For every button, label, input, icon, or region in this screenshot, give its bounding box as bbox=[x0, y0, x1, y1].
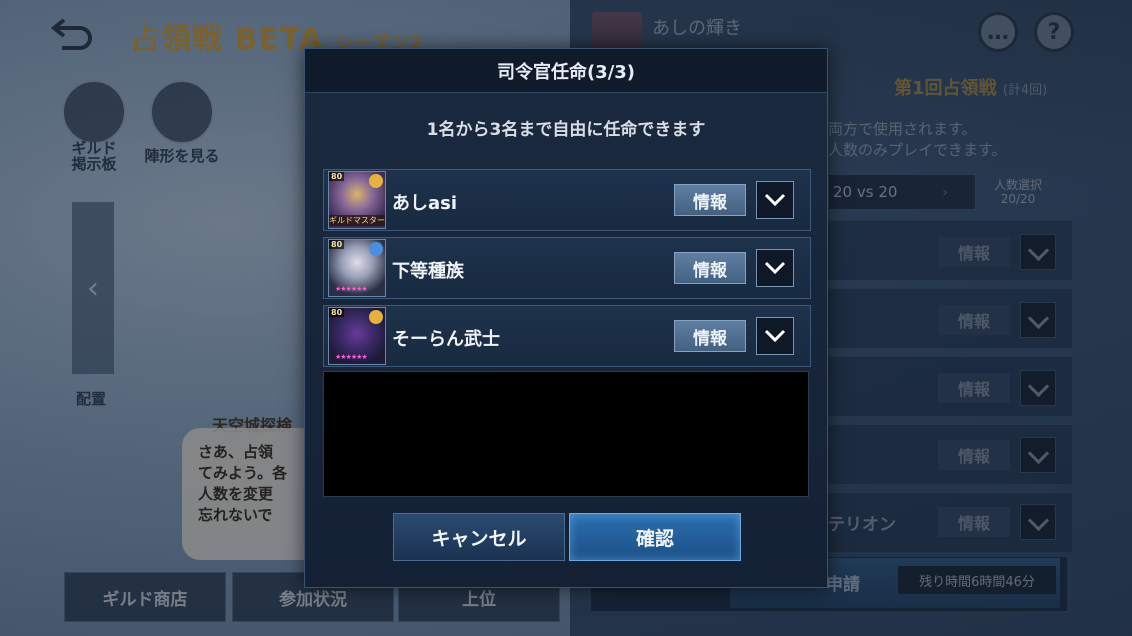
empty-slot-area bbox=[323, 371, 809, 497]
chevron-down-icon[interactable] bbox=[756, 317, 794, 355]
rank-badge-icon bbox=[369, 174, 383, 188]
cancel-button[interactable]: キャンセル bbox=[393, 513, 565, 561]
commander-list: 80 ギルドマスター あしasi 情報 80 ★★★★★★ 下等種族 情報 80… bbox=[323, 169, 811, 373]
chevron-down-icon[interactable] bbox=[756, 249, 794, 287]
info-button[interactable]: 情報 bbox=[674, 252, 746, 284]
commander-name: 下等種族 bbox=[392, 261, 464, 282]
chevron-down-icon[interactable] bbox=[756, 181, 794, 219]
commander-row: 80 ★★★★★★ 下等種族 情報 bbox=[323, 237, 811, 299]
rank-badge-icon bbox=[369, 310, 383, 324]
confirm-button[interactable]: 確認 bbox=[569, 513, 741, 561]
star-rating: ★★★★★★ bbox=[335, 285, 368, 293]
info-button[interactable]: 情報 bbox=[674, 320, 746, 352]
commander-row: 80 ギルドマスター あしasi 情報 bbox=[323, 169, 811, 231]
dialog-subtitle: 1名から3名まで自由に任命できます bbox=[426, 120, 706, 140]
commander-row: 80 ★★★★★★ そーらん武士 情報 bbox=[323, 305, 811, 367]
commander-appointment-dialog: 司令官任命(3/3) 1名から3名まで自由に任命できます 80 ギルドマスター … bbox=[304, 48, 828, 588]
rank-badge-icon bbox=[369, 242, 383, 256]
commander-portrait[interactable]: 80 ギルドマスター bbox=[328, 171, 386, 229]
commander-portrait[interactable]: 80 ★★★★★★ bbox=[328, 307, 386, 365]
star-rating: ★★★★★★ bbox=[335, 353, 368, 361]
commander-portrait[interactable]: 80 ★★★★★★ bbox=[328, 239, 386, 297]
commander-name: そーらん武士 bbox=[392, 329, 500, 350]
commander-name: あしasi bbox=[392, 193, 458, 214]
dialog-title: 司令官任命(3/3) bbox=[305, 49, 827, 93]
info-button[interactable]: 情報 bbox=[674, 184, 746, 216]
role-badge: ギルドマスター bbox=[329, 215, 385, 226]
